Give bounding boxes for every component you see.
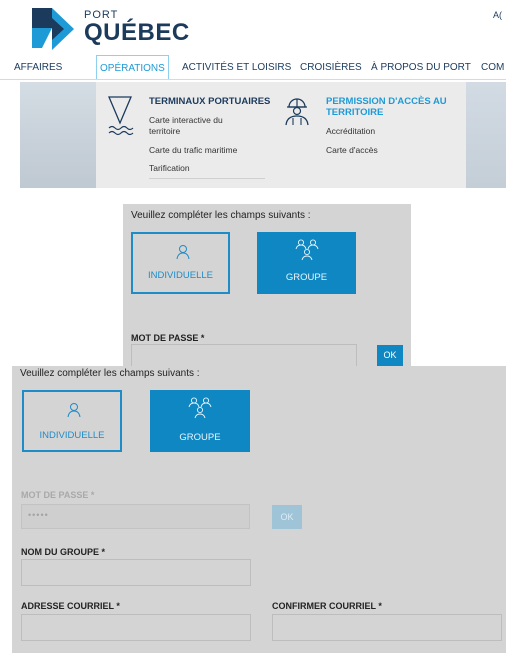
- group-icon: [294, 239, 320, 266]
- menu-heading-permission-line1[interactable]: PERMISSION D'ACCÈS AU: [326, 96, 447, 107]
- nav-item-com[interactable]: COM: [481, 58, 504, 78]
- main-navigation: AFFAIRES OPÉRATIONS ACTIVITÉS ET LOISIRS…: [0, 55, 506, 80]
- menu-link-tarification[interactable]: Tarification: [149, 163, 190, 173]
- terminal-icon: [107, 95, 137, 144]
- logo-quebec-text[interactable]: QUÉBEC: [84, 19, 190, 47]
- group-name-label: NOM DU GROUPE *: [21, 547, 106, 557]
- nav-item-activites[interactable]: ACTIVITÉS ET LOISIRS: [182, 58, 291, 78]
- menu-link-accreditation[interactable]: Accréditation: [326, 126, 375, 136]
- individual-option-button[interactable]: INDIVIDUELLE: [22, 390, 122, 452]
- menu-link-trafic-maritime[interactable]: Carte du trafic maritime: [149, 145, 237, 155]
- individual-option-label: INDIVIDUELLE: [39, 430, 105, 441]
- confirm-email-label: CONFIRMER COURRIEL *: [272, 601, 382, 611]
- password-label: MOT DE PASSE *: [21, 490, 95, 500]
- group-option-label: GROUPE: [285, 272, 328, 283]
- group-icon: [187, 397, 213, 424]
- menu-heading-permission-line2[interactable]: TERRITOIRE: [326, 107, 383, 118]
- password-input[interactable]: [131, 344, 357, 366]
- person-icon: [175, 244, 191, 265]
- password-input[interactable]: [21, 504, 250, 529]
- access-form-preview: Veuillez compléter les champs suivants :…: [123, 204, 411, 366]
- ok-button[interactable]: OK: [272, 505, 302, 529]
- group-name-input[interactable]: [21, 559, 251, 586]
- mega-menu-right-image: [466, 82, 506, 188]
- nav-item-operations[interactable]: OPÉRATIONS: [96, 55, 169, 80]
- individual-option-button[interactable]: INDIVIDUELLE: [131, 232, 230, 294]
- port-quebec-logo-icon[interactable]: [32, 8, 74, 50]
- mega-menu-left-image: [20, 82, 96, 188]
- email-input[interactable]: [21, 614, 251, 641]
- menu-column-divider: [149, 178, 265, 179]
- nav-divider: [0, 79, 506, 80]
- password-masked-value: •••••: [28, 510, 49, 520]
- person-icon: [66, 402, 82, 423]
- nav-item-croisieres[interactable]: CROISIÈRES: [300, 58, 362, 78]
- access-form: Veuillez compléter les champs suivants :…: [12, 366, 506, 653]
- group-option-label: GROUPE: [179, 432, 221, 443]
- individual-option-label: INDIVIDUELLE: [148, 270, 213, 281]
- menu-link-carte-acces[interactable]: Carte d'accès: [326, 145, 378, 155]
- group-option-button[interactable]: GROUPE: [150, 390, 250, 452]
- group-option-button[interactable]: GROUPE: [257, 232, 356, 294]
- menu-link-territoire[interactable]: territoire: [149, 126, 180, 136]
- confirm-email-input[interactable]: [272, 614, 502, 641]
- password-label: MOT DE PASSE *: [131, 333, 205, 343]
- hardhat-worker-icon: [282, 95, 312, 132]
- menu-link-carte-interactive[interactable]: Carte interactive du: [149, 115, 223, 125]
- form-intro-text: Veuillez compléter les champs suivants :: [20, 368, 200, 379]
- email-label: ADRESSE COURRIEL *: [21, 601, 120, 611]
- nav-item-affaires[interactable]: AFFAIRES: [14, 58, 62, 78]
- header-corner-link[interactable]: A(: [493, 10, 502, 20]
- menu-heading-terminaux[interactable]: TERMINAUX PORTUAIRES: [149, 96, 270, 107]
- nav-item-a-propos[interactable]: À PROPOS DU PORT: [371, 58, 471, 78]
- ok-button[interactable]: OK: [377, 345, 403, 366]
- form-intro-text: Veuillez compléter les champs suivants :: [131, 210, 311, 221]
